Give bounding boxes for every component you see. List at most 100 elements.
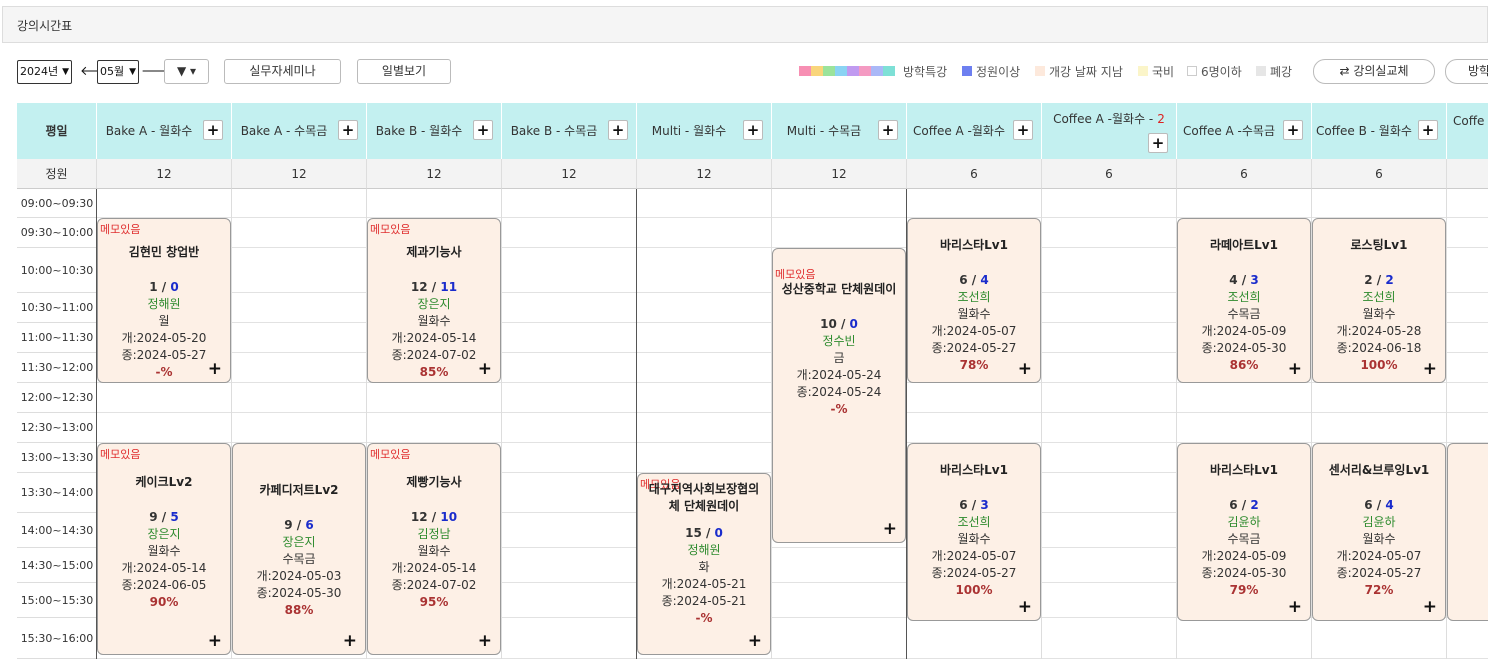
- class-card[interactable]: 바리스타Lv1 6 / 2 김윤하 수목금 개:2024-05-09 종:2024-05-…: [1177, 443, 1311, 621]
- class-card[interactable]: 바개종: [1447, 443, 1488, 621]
- enrollment-count: 1 / 0: [98, 279, 230, 296]
- add-student-button[interactable]: +: [208, 361, 222, 378]
- class-card[interactable]: 메모있음 성산중학교 단체원데이 10 / 0 정수빈 금 개:2024-05-24 종:2…: [772, 248, 906, 543]
- instructor-name: 장은지: [147, 527, 181, 541]
- timetable-grid: 평일 정원 Bake A - 월화수 +12 Bake A - 수목금 +12 Bake…: [17, 103, 1488, 659]
- add-class-button[interactable]: +: [1148, 133, 1168, 153]
- column-header-label: Coffee A -월화수: [912, 124, 1006, 138]
- add-class-button[interactable]: +: [1418, 120, 1438, 140]
- start-date: 개:2024-05-14: [391, 561, 477, 575]
- column-header: Multi - 수목금 +: [772, 103, 907, 159]
- paid-count: 3: [1250, 273, 1259, 287]
- end-date: 종:2024-05-27: [1336, 566, 1422, 580]
- memo-flag: 메모있음: [370, 223, 411, 236]
- class-card[interactable]: 메모있음 대구지역사회보장협의체 단체원데이 15 / 0 정해원 화 개:2024-05…: [637, 473, 771, 655]
- column-header-label: Multi - 월화수: [651, 124, 727, 138]
- class-card[interactable]: 바리스타Lv1 6 / 4 조선희 월화수 개:2024-05-07 종:2024-05-…: [907, 218, 1041, 383]
- legend-vacation-swatch: [847, 66, 859, 76]
- enrollment-count: 12 / 11: [368, 279, 500, 296]
- day-header-label: 평일: [45, 124, 68, 138]
- filter-button[interactable]: ▼ ▾: [164, 59, 209, 84]
- add-class-button[interactable]: +: [338, 120, 358, 140]
- prev-month-arrow-icon[interactable]: 🡐: [80, 61, 115, 83]
- class-card[interactable]: 메모있음 제빵기능사 12 / 10 김정남 월화수 개:2024-05-14 종:2024…: [367, 443, 501, 655]
- column-header: Coffee A -수목금 +: [1177, 103, 1312, 159]
- class-card[interactable]: 메모있음 김현민 창업반 1 / 0 정해원 월 개:2024-05-20 종:2024-0…: [97, 218, 231, 383]
- class-days: 월화수: [147, 544, 181, 558]
- instructor-name: 정수빈: [822, 334, 856, 348]
- class-card[interactable]: 카페디저트Lv2 9 / 6 장은지 수목금 개:2024-05-03 종:2024-05…: [232, 443, 366, 655]
- class-title: 대구지역사회보장협의체 단체원데이: [648, 482, 760, 513]
- add-class-button[interactable]: +: [473, 120, 493, 140]
- class-title: 바리스타Lv1: [940, 238, 1008, 252]
- class-card-body: 센서리&브루잉Lv1 6 / 4 김윤하 월화수 개:2024-05-07 종:2024-…: [1313, 462, 1445, 599]
- count-separator: /: [427, 280, 441, 294]
- add-student-button[interactable]: +: [1423, 361, 1437, 378]
- count-separator: /: [157, 510, 171, 524]
- enrollment-count: 9 / 5: [98, 509, 230, 526]
- add-class-button[interactable]: +: [203, 120, 223, 140]
- add-student-button[interactable]: +: [748, 633, 762, 650]
- vacation-button[interactable]: 방학: [1445, 59, 1488, 84]
- column-divider: [1041, 189, 1042, 659]
- class-card[interactable]: 메모있음 제과기능사 12 / 11 장은지 월화수 개:2024-05-14 종:2024…: [367, 218, 501, 383]
- seminar-button[interactable]: 실무자세미나: [224, 59, 341, 84]
- year-select[interactable]: 2024년 ▼: [17, 60, 72, 84]
- page-title-bar: 강의시간표: [2, 6, 1488, 43]
- legend-under6-swatch: [1187, 66, 1197, 76]
- class-title: 로스팅Lv1: [1350, 238, 1408, 252]
- class-card[interactable]: 로스팅Lv1 2 / 2 조선희 월화수 개:2024-05-28 종:2024-06-1…: [1312, 218, 1446, 383]
- count-separator: /: [1237, 273, 1251, 287]
- count-separator: /: [1372, 273, 1386, 287]
- enrollment-count: 6 / 3: [908, 497, 1040, 514]
- count-separator: /: [967, 498, 981, 512]
- add-student-button[interactable]: +: [1423, 599, 1437, 616]
- daily-view-button[interactable]: 일별보기: [357, 59, 451, 84]
- column-header: Coffee B - 월화수 +: [1312, 103, 1447, 159]
- column-header: Coffee A -월화수 -2 +: [1042, 103, 1177, 159]
- add-student-button[interactable]: +: [478, 633, 492, 650]
- add-class-button[interactable]: +: [1283, 120, 1303, 140]
- class-card[interactable]: 라떼아트Lv1 4 / 3 조선희 수목금 개:2024-05-09 종:2024-05-…: [1177, 218, 1311, 383]
- add-student-button[interactable]: +: [883, 521, 897, 538]
- class-card[interactable]: 메모있음 케이크Lv2 9 / 5 장은지 월화수 개:2024-05-14 종:2024-…: [97, 443, 231, 655]
- class-title: 카페디저트Lv2: [259, 483, 339, 497]
- instructor-name: 조선희: [1362, 290, 1396, 304]
- legend-vacation-swatch: [871, 66, 883, 76]
- add-student-button[interactable]: +: [1288, 599, 1302, 616]
- add-student-button[interactable]: +: [1288, 361, 1302, 378]
- start-date: 개:2024-05-21: [661, 577, 747, 591]
- room-swap-label: 강의실교체: [1353, 64, 1409, 78]
- class-card[interactable]: 센서리&브루잉Lv1 6 / 4 김윤하 월화수 개:2024-05-07 종:2024-…: [1312, 443, 1446, 621]
- legend-vacation-swatch: [823, 66, 835, 76]
- day-header: 평일: [17, 103, 97, 159]
- add-class-button[interactable]: +: [608, 120, 628, 140]
- add-class-button[interactable]: +: [1013, 120, 1033, 140]
- class-card[interactable]: 바리스타Lv1 6 / 3 조선희 월화수 개:2024-05-07 종:2024-05-…: [907, 443, 1041, 621]
- next-month-arrow-icon[interactable]: 🡒: [141, 61, 176, 83]
- legend-closed-swatch: [1256, 66, 1266, 76]
- add-student-button[interactable]: +: [478, 361, 492, 378]
- instructor-name: 정해원: [147, 297, 181, 311]
- add-student-button[interactable]: +: [1018, 599, 1032, 616]
- add-student-button[interactable]: +: [343, 633, 357, 650]
- registered-count: 15: [685, 526, 702, 540]
- chevron-down-icon: ▼: [129, 67, 136, 77]
- add-class-button[interactable]: +: [878, 120, 898, 140]
- start-date: 개: [1448, 497, 1488, 514]
- instructor-name: 장은지: [282, 535, 316, 549]
- end-date: 종: [1448, 514, 1488, 531]
- paid-count: 0: [170, 280, 179, 294]
- month-select[interactable]: 05월 ▼: [97, 60, 139, 84]
- paid-count: 2: [1385, 273, 1394, 287]
- time-slot-label: 13:30~14:00: [17, 473, 97, 513]
- room-swap-button[interactable]: ⇄ 강의실교체: [1313, 59, 1435, 84]
- end-date: 종:2024-05-27: [931, 566, 1017, 580]
- time-slot-label: 13:00~13:30: [17, 443, 97, 473]
- add-student-button[interactable]: +: [1018, 361, 1032, 378]
- add-student-button[interactable]: +: [208, 633, 222, 650]
- add-class-button[interactable]: +: [743, 120, 763, 140]
- year-value: 2024년: [20, 65, 59, 78]
- capacity-cell: 6: [1177, 159, 1312, 189]
- column-header-label-wrap: Coffee A -월화수 -2: [1042, 103, 1176, 135]
